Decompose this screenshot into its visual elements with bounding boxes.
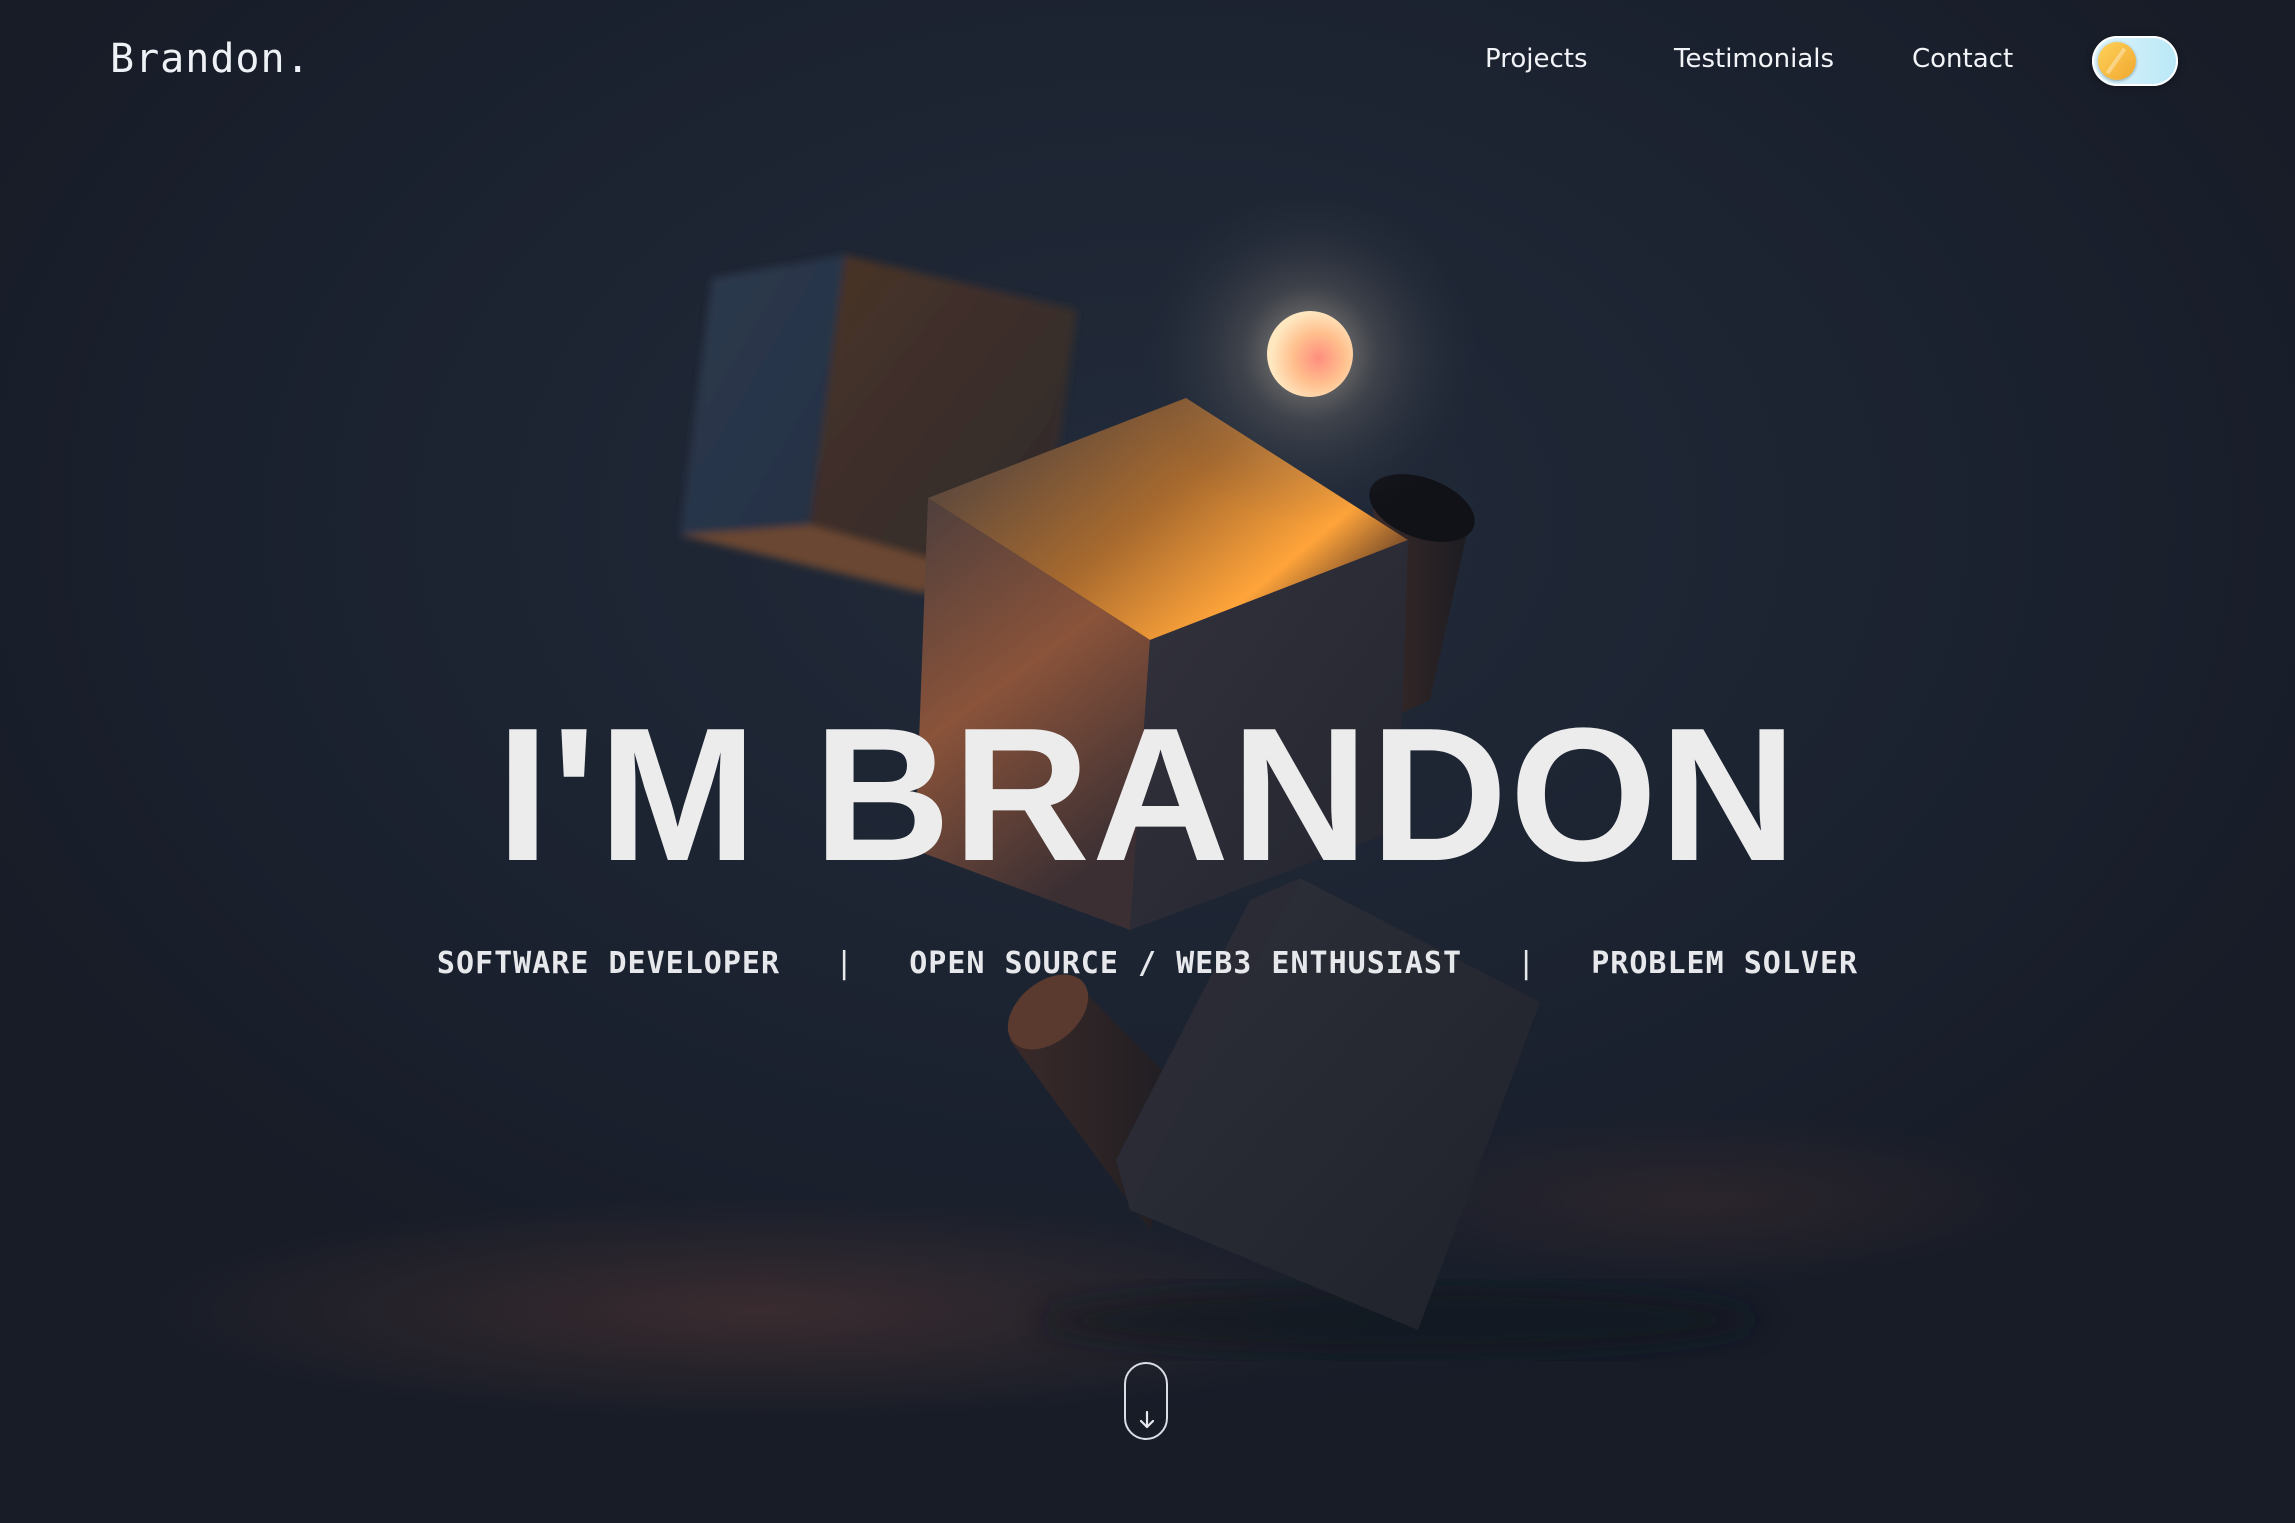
hero-roles: SOFTWARE DEVELOPER | OPEN SOURCE / WEB3 … <box>0 946 2295 981</box>
role-separator: | <box>1517 946 1537 981</box>
scroll-down-button[interactable] <box>1124 1362 1168 1440</box>
arrow-down-icon <box>1139 1410 1155 1429</box>
glowing-orb <box>1267 311 1353 397</box>
orb-glow <box>1140 184 1480 524</box>
role-open-source: OPEN SOURCE / WEB3 ENTHUSIAST <box>909 946 1463 981</box>
nav-link-projects[interactable]: Projects <box>1485 44 1588 74</box>
theme-toggle[interactable] <box>2092 36 2178 86</box>
role-problem-solver: PROBLEM SOLVER <box>1591 946 1859 981</box>
sun-moon-toggle-icon <box>2098 42 2136 80</box>
back-cube <box>680 255 1077 592</box>
page: Brandon. Projects Testimonials Contact I… <box>0 0 2295 1523</box>
site-logo[interactable]: Brandon. <box>110 36 311 82</box>
nav-link-testimonials[interactable]: Testimonials <box>1674 44 1834 74</box>
floor-shadow <box>1040 1286 1760 1354</box>
nav-link-contact[interactable]: Contact <box>1912 44 2013 74</box>
cylinder-right <box>1369 474 1475 715</box>
hero-title: I'M BRANDON <box>496 689 1799 901</box>
role-separator: | <box>835 946 855 981</box>
role-software-developer: SOFTWARE DEVELOPER <box>436 946 781 981</box>
cylinder-lower <box>1007 974 1192 1230</box>
